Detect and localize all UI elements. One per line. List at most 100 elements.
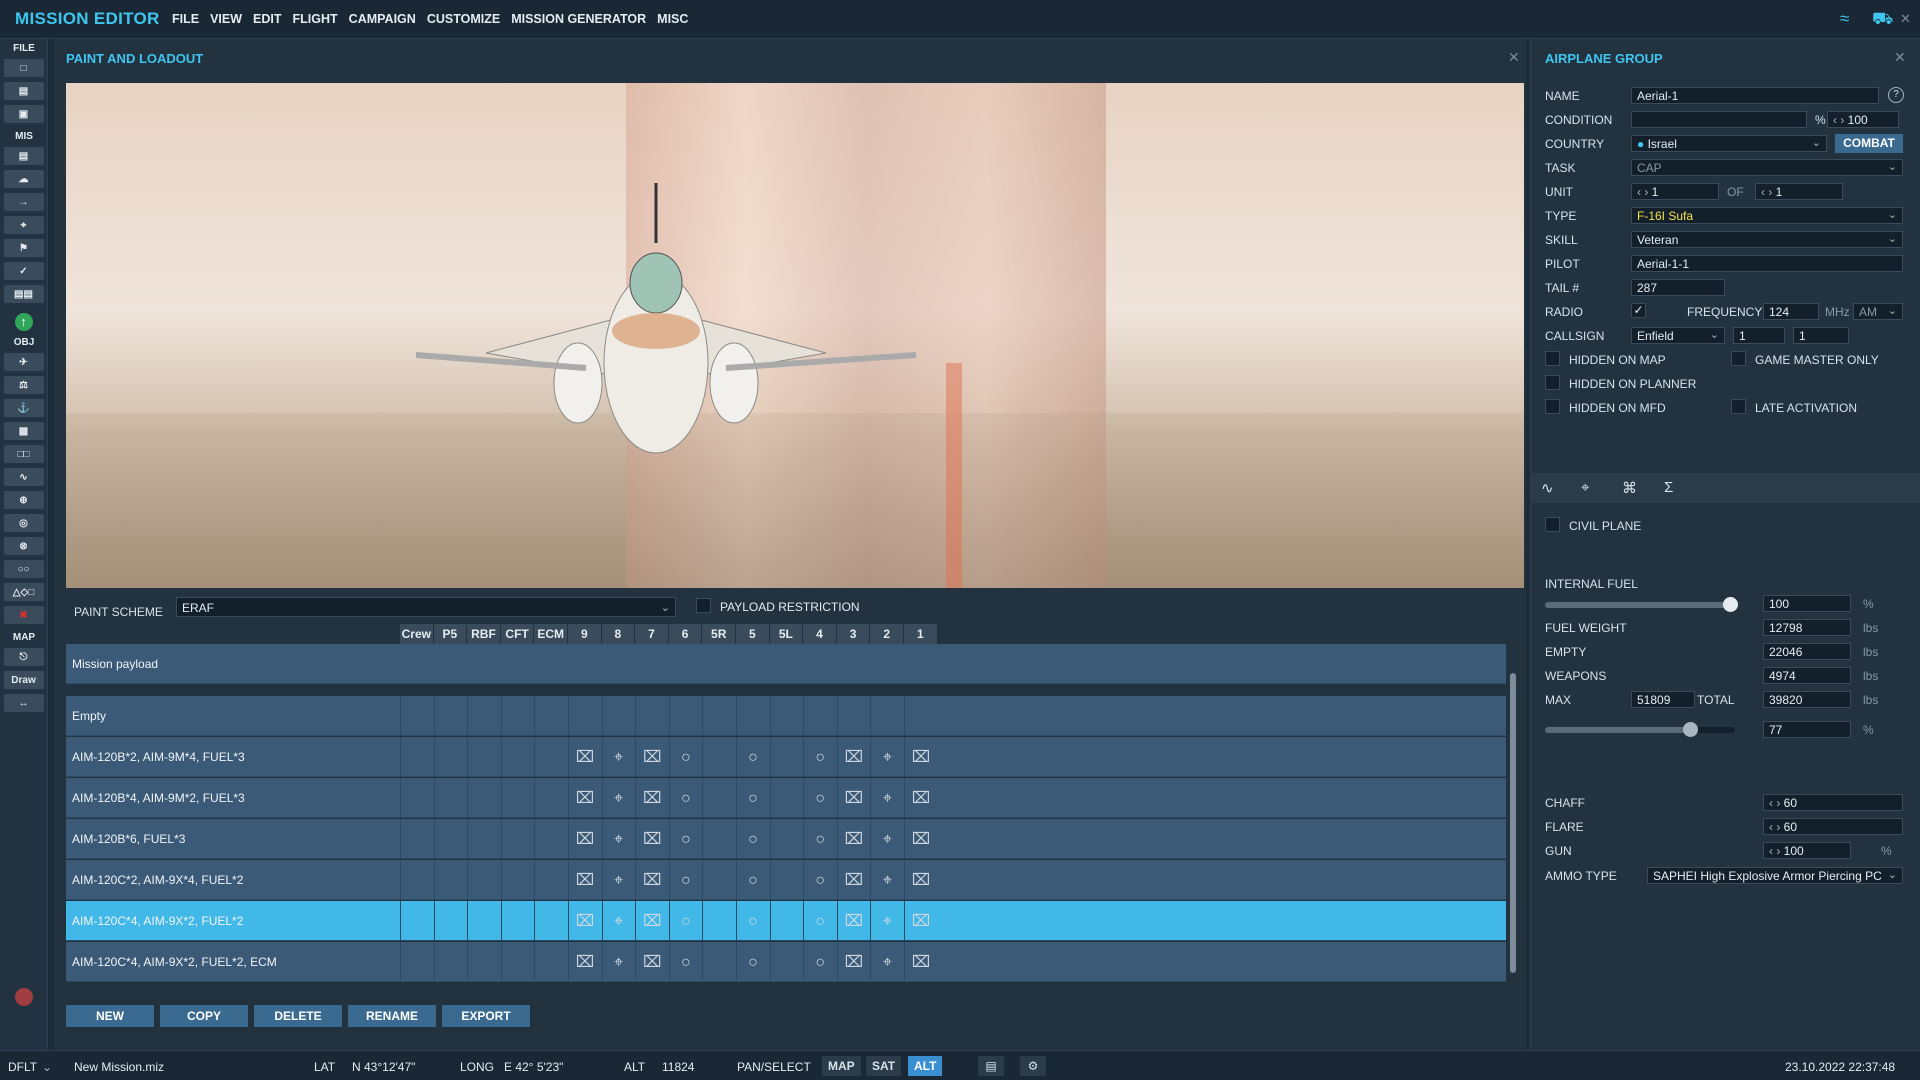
station-cell[interactable] [769,696,804,736]
station-cell[interactable] [467,819,501,859]
station-cell[interactable] [769,901,804,941]
draw-button[interactable]: Draw [3,671,44,689]
layers-icon[interactable]: ▤ [978,1056,1004,1076]
alt-view-button[interactable]: ALT [908,1056,943,1076]
station-cell[interactable] [467,778,501,818]
station-cell[interactable] [500,696,535,736]
internal-fuel-input[interactable]: 100 [1763,595,1851,612]
station-cell[interactable] [769,778,804,818]
gun-stepper[interactable]: ‹ › 100 [1763,842,1851,859]
station-cell[interactable] [433,696,468,736]
help-icon[interactable]: ? [1888,87,1904,103]
station-cell[interactable] [635,696,669,736]
radio-checkbox[interactable]: ✓ [1631,303,1646,318]
station-cell[interactable] [500,860,535,900]
map-key-icon[interactable]: ⎋ [3,648,44,666]
station-cell[interactable] [433,737,468,777]
loadout-row[interactable]: AIM-120B*4, AIM-9M*2, FUEL*3 ⌧ ⌖ ⌧ ○ ○ ○ ⌧ ⌖ ⌧ [66,778,1506,818]
hidden-on-map-checkbox[interactable] [1545,351,1560,366]
train-icon[interactable]: ∿ [3,468,44,486]
goals-icon[interactable]: ⌖ [3,216,44,234]
aircraft-preview[interactable] [66,83,1524,588]
station-cell[interactable] [433,901,468,941]
profile-select[interactable]: DFLT [8,1060,37,1074]
loadout-row[interactable]: AIM-120B*6, FUEL*3 ⌧ ⌖ ⌧ ○ ○ ○ ⌧ ⌖ ⌧ [66,819,1506,859]
station-cell[interactable] [803,696,837,736]
menu-customize[interactable]: CUSTOMIZE [427,12,500,26]
station-cell[interactable] [534,696,568,736]
hidden-on-planner-checkbox[interactable] [1545,375,1560,390]
helicopter-icon[interactable]: ⚖ [3,376,44,394]
station-cell[interactable] [668,696,703,736]
loadout-scrollbar[interactable] [1510,659,1518,1019]
pilot-input[interactable]: Aerial-1-1 [1631,255,1903,272]
station-cell[interactable] [467,942,501,982]
ruler-icon[interactable]: ↔ [3,694,44,712]
station-cell[interactable] [400,819,434,859]
loadout-row[interactable]: Empty [66,696,1506,736]
loadout-row[interactable]: AIM-120C*4, AIM-9X*2, FUEL*2, ECM ⌧ ⌖ ⌧ ○ ○ ○ ⌧… [66,942,1506,982]
flare-stepper[interactable]: ‹ › 60 [1763,818,1903,835]
station-cell[interactable] [702,860,736,900]
unit-stepper[interactable]: ‹ › 1 [1631,183,1719,200]
loadout-row[interactable]: AIM-120B*2, AIM-9M*4, FUEL*3 ⌧ ⌖ ⌧ ○ ○ ○ ⌧ ⌖ ⌧ [66,737,1506,777]
station-cell[interactable] [702,696,736,736]
station-cell[interactable] [769,860,804,900]
upload-icon[interactable]: ↑ [14,313,33,331]
station-cell[interactable] [769,737,804,777]
delete-icon[interactable]: ✖ [3,606,44,624]
sequence-icon[interactable]: ▤▤ [3,285,44,303]
target-icon[interactable]: ⊗ [3,537,44,555]
menu-misc[interactable]: MISC [657,12,688,26]
save-file-icon[interactable]: ▣ [3,105,44,123]
name-input[interactable]: Aerial-1 [1631,87,1879,104]
loadout-row[interactable]: AIM-120C*4, AIM-9X*2, FUEL*2 ⌧ ⌖ ⌧ ○ ○ ○ ⌧ ⌖ ⌧ [66,901,1506,941]
station-cell[interactable] [467,901,501,941]
condition-slider-field[interactable] [1631,111,1807,128]
zone-icon[interactable]: ◎ [3,514,44,532]
close-icon[interactable]: ✕ [1508,49,1520,66]
station-cell[interactable] [702,942,736,982]
route-tab-icon[interactable]: ∿ [1541,479,1554,497]
station-cell[interactable] [702,737,736,777]
export-button[interactable]: EXPORT [442,1005,530,1027]
of-stepper[interactable]: ‹ › 1 [1755,183,1843,200]
menu-edit[interactable]: EDIT [253,12,281,26]
systems-tab-icon[interactable]: ⌘ [1622,479,1637,497]
map-view-button[interactable]: MAP [822,1056,861,1076]
condition-stepper[interactable]: ‹ › 100 [1827,111,1899,128]
close-icon[interactable]: ✕ [1894,49,1906,66]
station-cell[interactable] [836,696,871,736]
frequency-input[interactable]: 124 [1763,303,1819,320]
payload-tab-icon[interactable]: ⌖ [1581,479,1589,496]
station-cell[interactable] [467,737,501,777]
station-cell[interactable] [467,696,501,736]
station-cell[interactable] [769,819,804,859]
sat-view-button[interactable]: SAT [866,1056,902,1076]
modulation-select[interactable]: AM ⌄ [1853,303,1903,320]
load-slider[interactable] [1545,727,1735,733]
callsign-number-2[interactable]: 1 [1793,327,1849,344]
station-cell[interactable] [904,696,938,736]
station-cell[interactable] [702,778,736,818]
tail-input[interactable]: 287 [1631,279,1725,296]
hidden-on-mfd-checkbox[interactable] [1545,399,1560,414]
station-cell[interactable] [500,942,535,982]
station-cell[interactable] [534,860,568,900]
station-cell[interactable] [433,778,468,818]
station-cell[interactable] [400,778,434,818]
station-cell[interactable] [702,901,736,941]
static-icon[interactable]: □□ [3,445,44,463]
rename-button[interactable]: RENAME [348,1005,436,1027]
task-select[interactable]: CAP ⌄ [1631,159,1903,176]
chaff-stepper[interactable]: ‹ › 60 [1763,794,1903,811]
check-icon[interactable]: ✓ [3,262,44,280]
station-cell[interactable] [736,696,770,736]
station-cell[interactable] [568,696,602,736]
trigger-icon[interactable]: → [3,193,44,211]
station-cell[interactable] [534,901,568,941]
combat-button[interactable]: COMBAT [1835,134,1903,153]
shapes-icon[interactable]: △◇□ [3,583,44,601]
copy-button[interactable]: COPY [160,1005,248,1027]
open-file-icon[interactable]: ▤ [3,82,44,100]
